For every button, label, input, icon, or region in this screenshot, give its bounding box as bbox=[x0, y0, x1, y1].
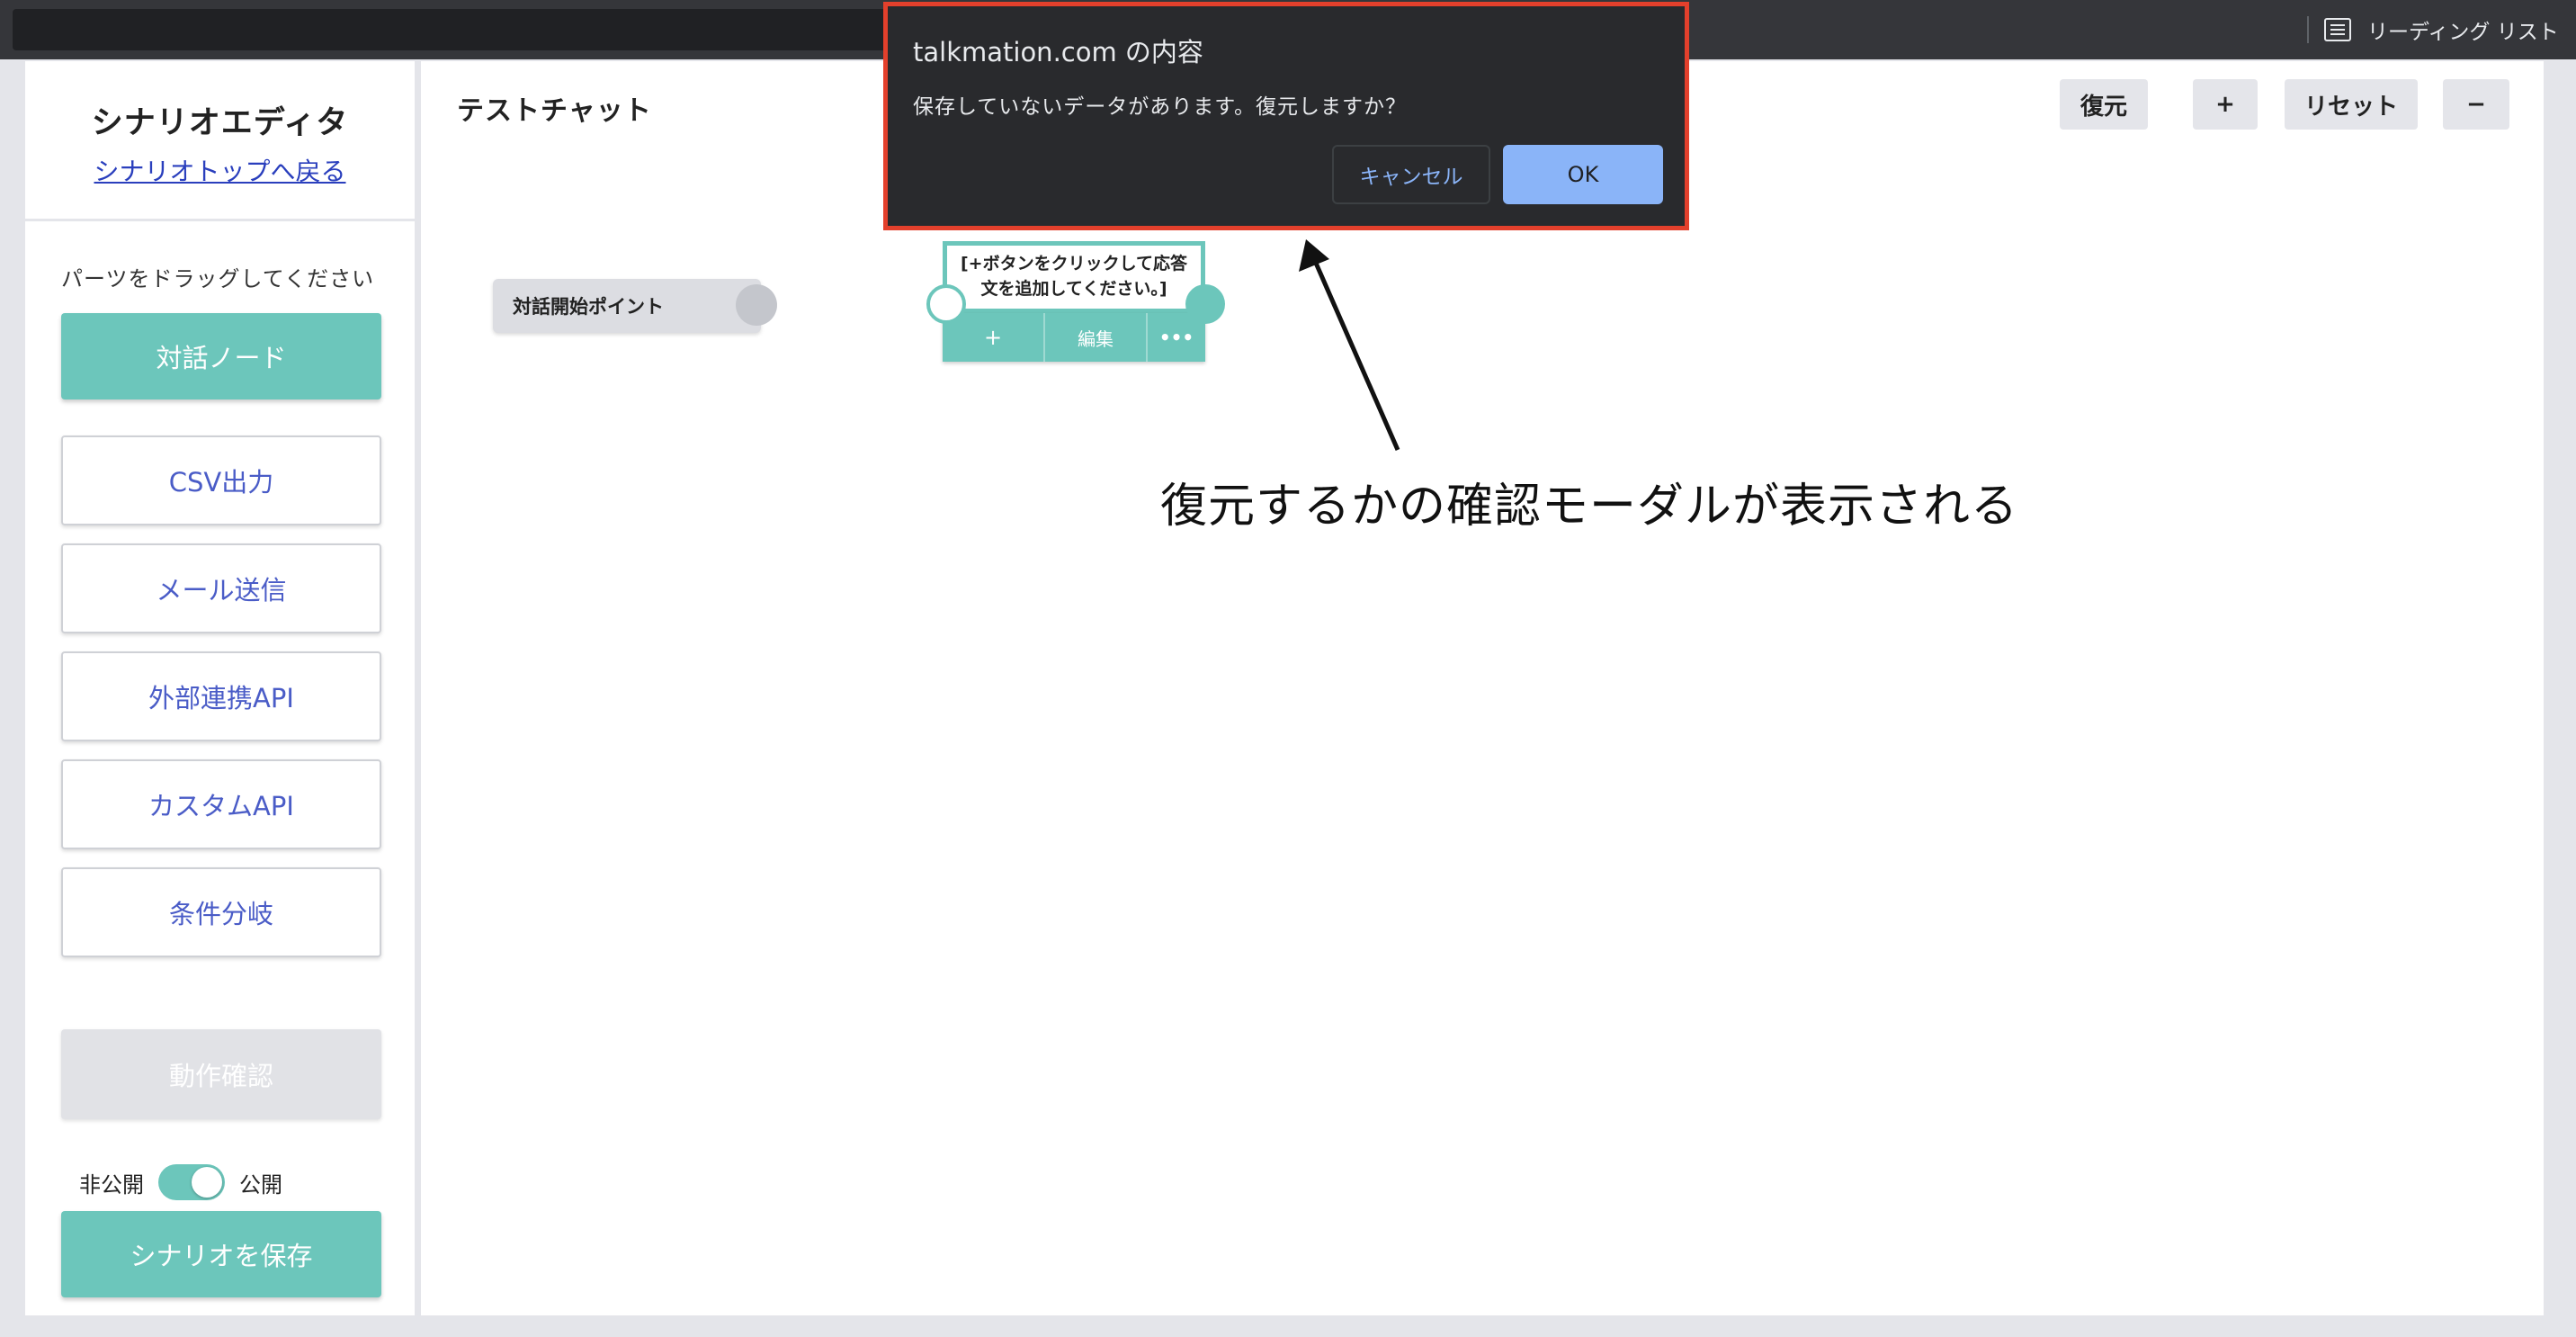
publish-toggle-row: 非公開 公開 bbox=[79, 1164, 282, 1200]
toggle-on-label: 公開 bbox=[239, 1171, 282, 1198]
add-response-button[interactable]: + bbox=[943, 313, 1045, 362]
modal-ok-button[interactable]: OK bbox=[1503, 145, 1663, 204]
sidebar: シナリオエディタ シナリオトップへ戻る パーツをドラッグしてください 対話ノード… bbox=[25, 61, 417, 1315]
reading-list-label: リーディング リスト bbox=[2367, 21, 2559, 44]
reading-list-button[interactable]: リーディング リスト bbox=[2324, 13, 2559, 47]
part-custom-api[interactable]: カスタムAPI bbox=[61, 759, 381, 849]
input-port[interactable] bbox=[926, 284, 966, 324]
scenario-title: テストチャット bbox=[457, 95, 652, 127]
address-bar[interactable] bbox=[13, 9, 912, 50]
scenario-canvas[interactable]: テストチャット 復元 + リセット − 対話開始ポイント [+ボタンをクリックし… bbox=[421, 61, 2544, 1315]
publish-toggle[interactable] bbox=[158, 1164, 225, 1200]
part-external-api[interactable]: 外部連携API bbox=[61, 651, 381, 741]
reset-button[interactable]: リセット bbox=[2285, 79, 2418, 130]
back-to-top-link[interactable]: シナリオトップへ戻る bbox=[94, 152, 345, 188]
edit-node-button[interactable]: 編集 bbox=[1045, 313, 1148, 362]
reading-list-icon bbox=[2324, 18, 2351, 41]
start-node-label: 対話開始ポイント bbox=[513, 296, 664, 318]
modal-message: 保存していないデータがあります。復元しますか？ bbox=[913, 95, 1408, 119]
output-port[interactable] bbox=[1185, 284, 1225, 324]
start-node-port[interactable] bbox=[736, 284, 777, 326]
part-branch[interactable]: 条件分岐 bbox=[61, 867, 381, 957]
dialog-node[interactable]: [+ボタンをクリックして応答文を追加してください。] + 編集 ••• bbox=[926, 241, 1225, 367]
test-run-button[interactable]: 動作確認 bbox=[61, 1029, 381, 1119]
page-title: シナリオエディタ bbox=[91, 105, 349, 141]
part-dialog-node[interactable]: 対話ノード bbox=[61, 313, 381, 399]
zoom-out-button[interactable]: − bbox=[2443, 79, 2509, 130]
modal-cancel-button[interactable]: キャンセル bbox=[1332, 145, 1490, 204]
restore-button[interactable]: 復元 bbox=[2060, 79, 2148, 130]
part-csv-output[interactable]: CSV出力 bbox=[61, 435, 381, 525]
toggle-off-label: 非公開 bbox=[79, 1171, 144, 1198]
dialog-node-text: [+ボタンをクリックして応答文を追加してください。] bbox=[943, 241, 1205, 313]
modal-title: talkmation.com の内容 bbox=[913, 37, 1203, 67]
restore-confirm-modal: talkmation.com の内容 保存していないデータがあります。復元します… bbox=[883, 2, 1689, 230]
part-mail-send[interactable]: メール送信 bbox=[61, 543, 381, 633]
annotation-text: 復元するかの確認モーダルが表示される bbox=[1160, 480, 2019, 534]
sidebar-header: シナリオエディタ シナリオトップへ戻る bbox=[25, 61, 415, 221]
start-node[interactable]: 対話開始ポイント bbox=[493, 279, 761, 333]
toolbar-divider bbox=[2307, 16, 2309, 43]
save-scenario-button[interactable]: シナリオを保存 bbox=[61, 1211, 381, 1297]
drag-hint: パーツをドラッグしてください bbox=[61, 266, 375, 292]
dialog-node-actions: + 編集 ••• bbox=[943, 313, 1205, 362]
toggle-knob bbox=[192, 1167, 222, 1198]
zoom-in-button[interactable]: + bbox=[2193, 79, 2258, 130]
